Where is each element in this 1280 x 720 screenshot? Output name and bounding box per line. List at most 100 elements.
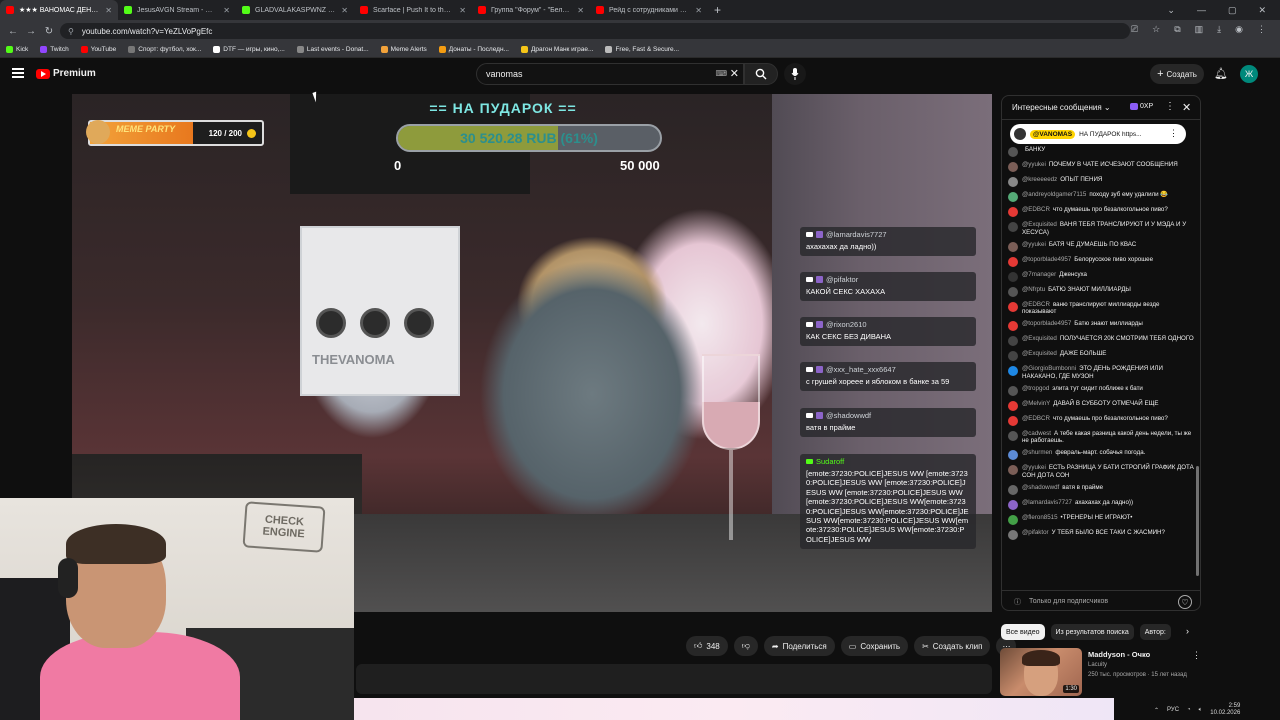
like-button[interactable]: 👍︎ 348 xyxy=(686,636,728,656)
xp-badge[interactable]: 0XP xyxy=(1130,103,1153,110)
chat-message[interactable]: @Exquisited ВАНЯ ТЕБЯ ТРАНСЛИРУЮТ И У МЭД… xyxy=(1008,221,1194,237)
chat-message[interactable]: @pifaktor У ТЕБЯ БЫЛО ВСЕ ТАКИ С ЖАСМИН? xyxy=(1008,529,1194,540)
tab-close-icon[interactable]: ✕ xyxy=(695,6,702,15)
chat-avatar[interactable] xyxy=(1008,336,1018,346)
bookmark-item[interactable]: Meme Alerts xyxy=(380,46,427,53)
bookmark-item[interactable]: Драгон Манк играе... xyxy=(520,46,593,53)
tab-close-icon[interactable]: ✕ xyxy=(577,6,584,15)
chat-author[interactable]: @tropgod xyxy=(1022,385,1049,392)
chat-avatar[interactable] xyxy=(1008,514,1018,525)
chat-author[interactable]: @7manager xyxy=(1022,271,1056,278)
chat-avatar[interactable] xyxy=(1008,177,1018,187)
related-video[interactable]: 1:30 Maddyson - Очко Lacuity 250 тыс. пр… xyxy=(1000,648,1201,696)
address-bar[interactable]: ⚲ youtube.com/watch?v=YeZLVoPgEfc xyxy=(60,23,1130,39)
tab-3[interactable]: Scarface | Push It to the Limit ✕ xyxy=(354,0,472,20)
chat-message[interactable]: @cadwest А тебе какая разница какой день … xyxy=(1008,430,1194,446)
chat-avatar[interactable] xyxy=(1008,286,1018,297)
chat-avatar[interactable] xyxy=(1008,499,1018,510)
bookmark-item[interactable]: Last events - Donat... xyxy=(296,46,369,53)
chat-message[interactable]: @shadowwdf ватя в прайме xyxy=(1008,484,1194,495)
chat-message[interactable]: @EDBCR что думаешь про безалкогольное пив… xyxy=(1008,206,1194,217)
menu-icon[interactable]: ⋮ xyxy=(1257,24,1266,35)
chat-avatar[interactable] xyxy=(1008,207,1018,217)
chat-message[interactable]: @yyukei БАТЯ ЧЕ ДУМАЕШЬ ПО КВАС xyxy=(1008,241,1194,252)
chat-avatar[interactable] xyxy=(1008,450,1018,460)
search-button[interactable] xyxy=(744,63,778,85)
filter-chip[interactable]: Из результатов поиска xyxy=(1050,624,1134,640)
chat-message[interactable]: @Exquisited ПОЛУЧАЕТСЯ 20К СМОТРИМ ТЕБЯ О… xyxy=(1008,335,1194,346)
chat-author[interactable]: @shurmen xyxy=(1022,449,1052,456)
chat-avatar[interactable] xyxy=(1008,241,1018,252)
chat-author[interactable]: @Exquisited xyxy=(1022,221,1057,228)
chat-message[interactable]: @EDBCR что думаешь про безалкогольное пив… xyxy=(1008,415,1194,426)
heart-icon[interactable]: ♡ xyxy=(1178,595,1192,609)
chat-message[interactable]: @EDBCR ваню транслируют миллиарды везде п… xyxy=(1008,301,1194,317)
share-button[interactable]: ➦ Поделиться xyxy=(763,636,835,656)
chat-avatar[interactable] xyxy=(1008,529,1018,540)
youtube-logo[interactable]: Premium xyxy=(36,68,96,79)
reload-button[interactable]: ↻ xyxy=(40,26,58,37)
chat-menu-icon[interactable]: ⋮ xyxy=(1165,101,1175,112)
avatar[interactable]: Ж xyxy=(1240,65,1258,83)
close-window-button[interactable]: ✕ xyxy=(1258,5,1266,16)
chat-avatar[interactable] xyxy=(1008,385,1018,396)
back-button[interactable]: ← xyxy=(4,26,22,37)
chat-message[interactable]: @shurmen февраль-март. собачья погода. xyxy=(1008,449,1194,460)
chat-avatar[interactable] xyxy=(1008,147,1018,157)
dislike-button[interactable]: 👎︎ xyxy=(733,636,758,656)
menu-hamburger-icon[interactable] xyxy=(12,68,24,78)
chat-avatar[interactable] xyxy=(1008,162,1018,172)
chat-author[interactable]: @yyukei xyxy=(1022,161,1046,168)
bookmark-item[interactable]: Twitch xyxy=(40,46,69,53)
chat-avatar[interactable] xyxy=(1008,321,1018,331)
chat-avatar[interactable] xyxy=(1008,222,1018,232)
install-icon[interactable]: ⎚ xyxy=(1131,24,1138,35)
chat-avatar[interactable] xyxy=(1008,271,1018,282)
keyboard-icon[interactable]: ⌨ xyxy=(715,69,727,78)
chat-avatar[interactable] xyxy=(1008,430,1018,441)
tab-0[interactable]: ★★★ ВАНОМАС ДЕНЬ РОЖДЕНИЯ ✕ xyxy=(0,0,118,20)
chat-author[interactable]: @pifaktor xyxy=(1022,529,1049,536)
chat-message[interactable]: @lamardavis7727 ахахахах да ладно)) xyxy=(1008,499,1194,510)
tab-4[interactable]: Группа "Форум" - "Белая ночь" ✕ xyxy=(472,0,590,20)
chat-message[interactable]: @toporblade4957 Белорусское пиво хорошее xyxy=(1008,256,1194,267)
bookmark-item[interactable]: Kick xyxy=(6,46,28,53)
chat-message[interactable]: @andreyoldgamer7115 походу зуб ему удалил… xyxy=(1008,191,1194,202)
chat-message[interactable]: @7manager Дженсуха xyxy=(1008,271,1194,282)
chat-author[interactable]: @andreyoldgamer7115 xyxy=(1022,191,1086,198)
bookmark-item[interactable]: Спорт: футбол, хок... xyxy=(128,46,201,53)
chat-author[interactable]: @cadwest xyxy=(1022,430,1051,437)
clear-search-icon[interactable]: ✕ xyxy=(730,67,739,80)
chat-message[interactable]: @tropgod элита тут сидит поближе к бати xyxy=(1008,385,1194,396)
chat-author[interactable]: @Exquisited xyxy=(1022,350,1057,357)
bookmark-item[interactable]: Донаты - Последн... xyxy=(438,46,509,53)
chat-avatar[interactable] xyxy=(1008,484,1018,495)
info-icon[interactable]: ⓘ xyxy=(1014,597,1021,607)
site-info-icon[interactable]: ⚲ xyxy=(68,27,74,36)
chat-message[interactable]: @Exquisited ДАЖЕ БОЛЬШЕ xyxy=(1008,350,1194,361)
download-icon[interactable]: ⤓ xyxy=(1217,24,1221,35)
tab-2[interactable]: GLADVALAKASPWNZ Stream - Watch ✕ xyxy=(236,0,354,20)
chat-avatar[interactable] xyxy=(1008,400,1018,411)
volume-icon[interactable]: 🔈︎ xyxy=(1199,707,1203,714)
filter-chip[interactable]: Автор: xyxy=(1139,624,1171,640)
chat-author[interactable]: @toporblade4957 xyxy=(1022,256,1071,263)
chat-author[interactable]: @yyukei xyxy=(1022,241,1046,248)
chat-avatar[interactable] xyxy=(1008,256,1018,267)
filter-chip[interactable]: Все видео xyxy=(1001,624,1045,640)
clip-button[interactable]: ✂ Создать клип xyxy=(914,636,991,656)
chat-author[interactable]: @kreeeeedz xyxy=(1022,176,1057,183)
chat-message[interactable]: @fleron8515 •ТРЕНЕРЫ НЕ ИГРАЮТ• xyxy=(1008,514,1194,525)
chat-avatar[interactable] xyxy=(1008,415,1018,426)
chat-author[interactable]: @toporblade4957 xyxy=(1022,320,1071,327)
chat-author[interactable]: @GiorgioBumbonni xyxy=(1022,365,1076,372)
bookmark-star-icon[interactable]: ☆ xyxy=(1152,24,1160,35)
chat-avatar[interactable] xyxy=(1008,465,1018,475)
minimize-button[interactable]: — xyxy=(1197,5,1206,15)
chat-mode-dropdown[interactable]: Интересные сообщения ⌄ xyxy=(1012,103,1111,112)
chat-author[interactable]: @EDBCR xyxy=(1022,301,1050,308)
chat-author[interactable]: @Exquisited xyxy=(1022,335,1057,342)
forward-button[interactable]: → xyxy=(22,26,40,37)
close-chat-icon[interactable]: ✕ xyxy=(1182,101,1191,114)
chat-message[interactable]: @yyukei ЕСТЬ РАЗНИЦА У БАТИ СТРОГИЙ ГРАФИ… xyxy=(1008,464,1194,480)
